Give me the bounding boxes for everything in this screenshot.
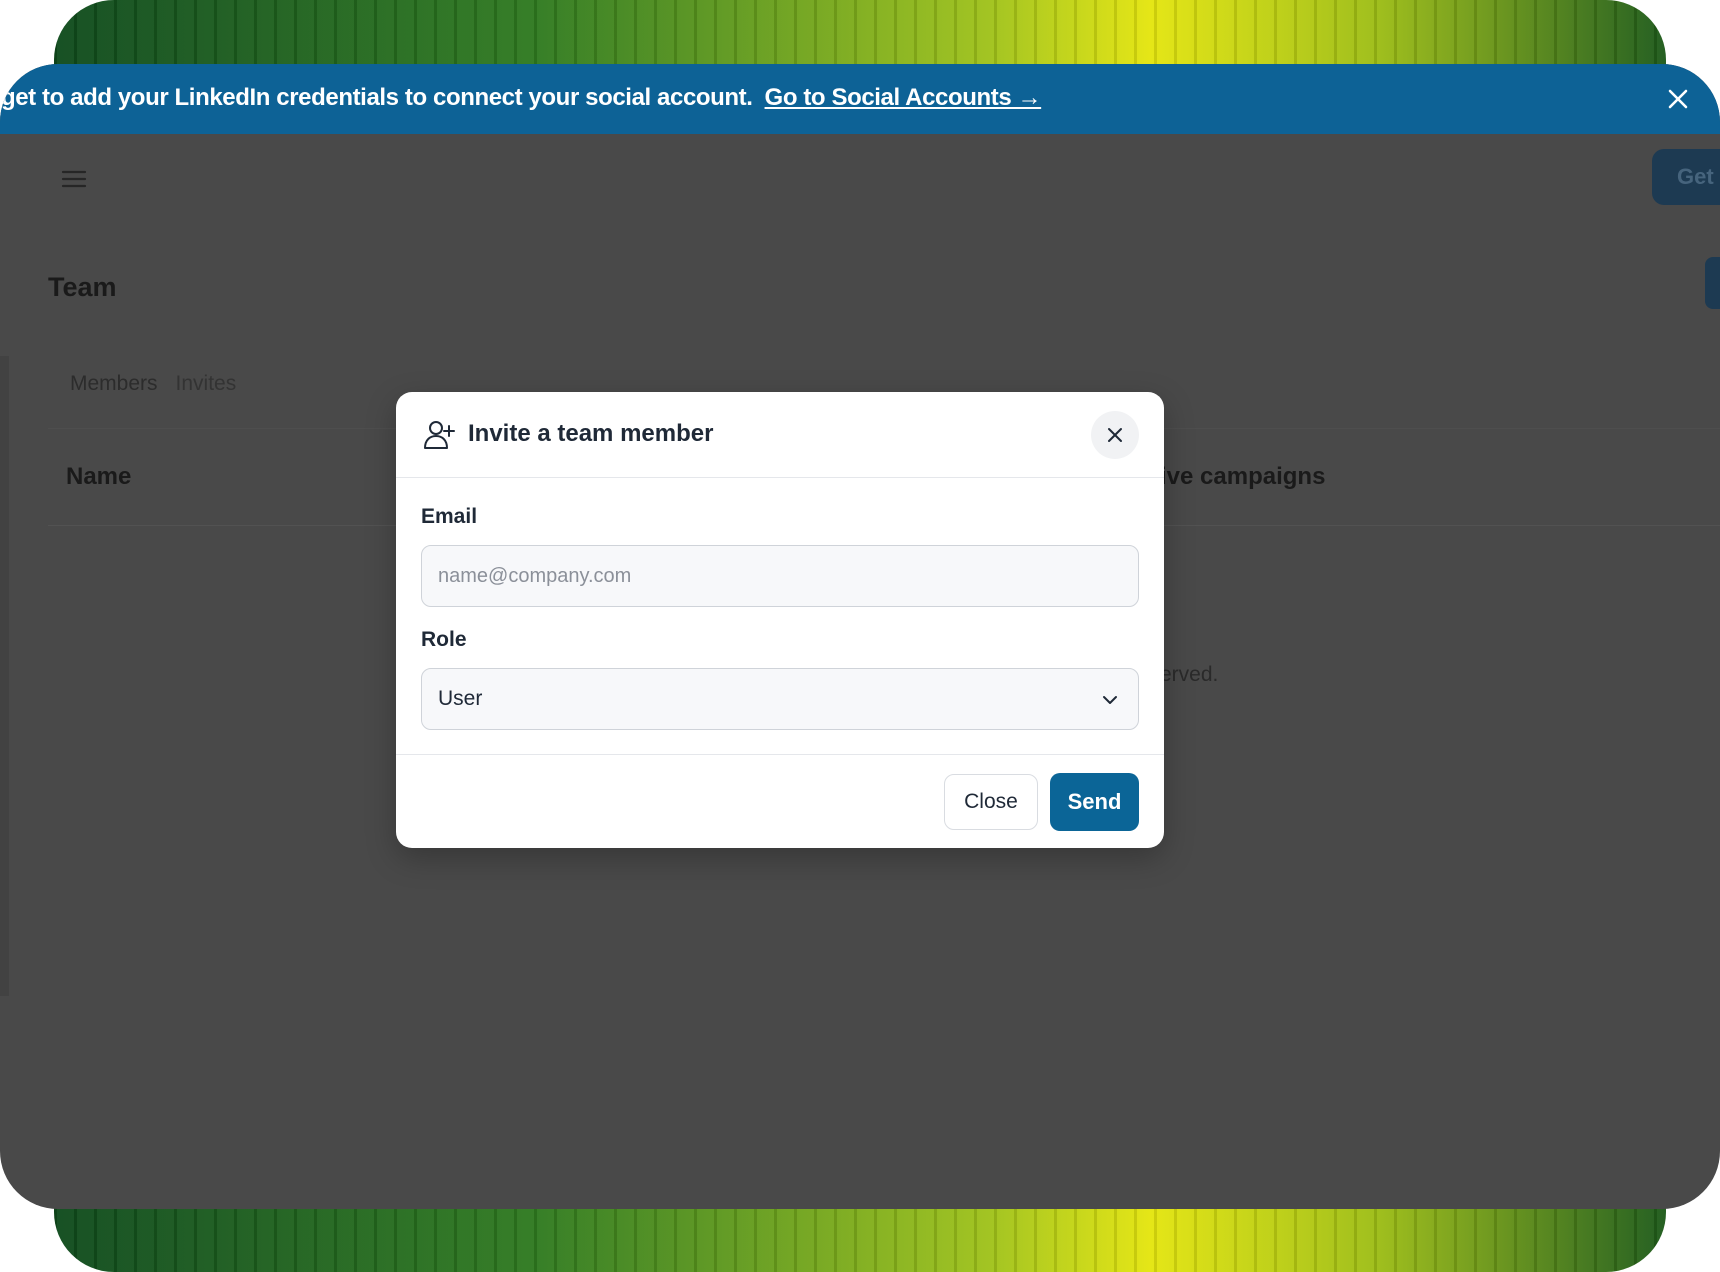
- modal-footer: Close Send: [396, 754, 1164, 848]
- modal-title: Invite a team member: [468, 420, 714, 447]
- social-accounts-link[interactable]: Go to Social Accounts →: [765, 84, 1042, 111]
- column-header-campaigns: ive campaigns: [1160, 463, 1326, 490]
- role-select[interactable]: User: [421, 668, 1139, 730]
- get-button[interactable]: Get: [1652, 149, 1720, 205]
- empty-state-text: erved.: [1160, 663, 1219, 686]
- email-field[interactable]: [421, 545, 1139, 607]
- role-label: Role: [421, 628, 467, 651]
- close-button[interactable]: Close: [944, 774, 1038, 830]
- page-title: Team: [48, 272, 117, 302]
- banner-message: rget to add your LinkedIn credentials to…: [0, 84, 753, 111]
- tab-members[interactable]: Members: [70, 372, 158, 396]
- column-header-name: Name: [66, 463, 132, 490]
- tab-invites[interactable]: Invites: [176, 372, 237, 396]
- modal-close-button[interactable]: [1091, 411, 1139, 459]
- sidebar-edge: [0, 356, 9, 996]
- page-action-button[interactable]: [1705, 257, 1720, 309]
- hamburger-icon: [61, 170, 87, 188]
- close-button-label: Close: [964, 790, 1018, 813]
- menu-button[interactable]: [60, 168, 88, 190]
- banner-text: rget to add your LinkedIn credentials to…: [0, 84, 1042, 112]
- invite-modal: Invite a team member Email Role User Clo…: [396, 392, 1164, 848]
- team-tabs: Members Invites: [70, 372, 236, 396]
- email-label: Email: [421, 505, 478, 528]
- banner-close-button[interactable]: [1660, 81, 1696, 117]
- chevron-down-icon: [1103, 696, 1117, 704]
- send-button[interactable]: Send: [1050, 773, 1139, 831]
- close-icon: [1668, 89, 1688, 109]
- user-plus-icon: [424, 421, 455, 449]
- modal-header: Invite a team member: [396, 392, 1164, 478]
- send-button-label: Send: [1067, 789, 1122, 814]
- close-icon: [1108, 428, 1122, 442]
- role-selected-value: User: [438, 687, 483, 710]
- get-button-label: Get: [1677, 164, 1714, 189]
- notification-banner: rget to add your LinkedIn credentials to…: [0, 64, 1720, 134]
